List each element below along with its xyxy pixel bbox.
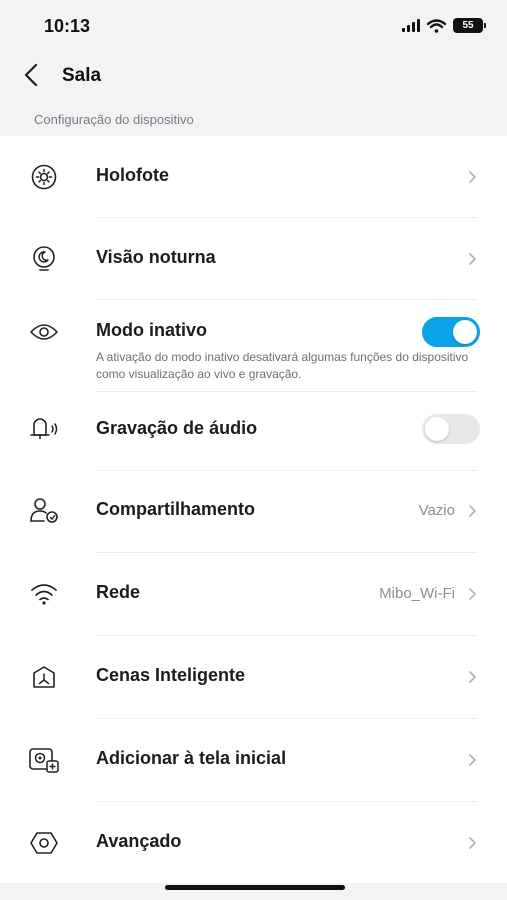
share-users-icon <box>27 493 61 527</box>
battery-icon: 55 <box>453 18 486 33</box>
row-visao-noturna[interactable]: Visão noturna <box>0 218 507 300</box>
toggle-knob <box>453 320 477 344</box>
row-label: Adicionar à tela inicial <box>96 748 287 768</box>
add-to-home-icon <box>27 743 61 777</box>
section-header: Configuração do dispositivo <box>34 112 194 127</box>
row-holofote[interactable]: Holofote <box>0 136 507 218</box>
toggle-knob <box>425 417 449 441</box>
settings-list: Holofote Visão noturna Modo inativo A at… <box>0 136 507 883</box>
row-gravacao-audio: Gravação de áudio <box>0 392 507 474</box>
back-arrow-icon[interactable] <box>20 62 44 88</box>
smart-scenes-icon <box>27 660 61 694</box>
status-icons: 55 <box>402 18 486 33</box>
row-label: Rede <box>96 582 141 602</box>
gravacao-audio-toggle[interactable] <box>422 414 480 444</box>
row-description: A ativação do modo inativo desativará al… <box>96 350 469 381</box>
chevron-right-icon <box>469 505 476 517</box>
row-avancado[interactable]: Avançado <box>0 802 507 883</box>
row-label: Modo inativo <box>96 320 207 340</box>
status-bar: 10:13 55 <box>0 0 507 52</box>
modo-inativo-toggle[interactable] <box>422 317 480 347</box>
row-label: Holofote <box>96 165 169 185</box>
chevron-right-icon <box>469 837 476 849</box>
spotlight-icon <box>27 160 61 194</box>
advanced-icon <box>27 826 61 860</box>
row-rede[interactable]: Rede Mibo_Wi-Fi <box>0 553 507 635</box>
row-label: Visão noturna <box>96 247 216 267</box>
chevron-right-icon <box>469 671 476 683</box>
chevron-right-icon <box>469 171 476 183</box>
status-time: 10:13 <box>44 16 91 36</box>
row-label: Compartilhamento <box>96 499 256 519</box>
chevron-right-icon <box>469 588 476 600</box>
night-vision-icon <box>27 242 61 276</box>
row-label: Cenas Inteligente <box>96 665 246 685</box>
row-value: Vazio <box>418 502 455 519</box>
row-label: Gravação de áudio <box>96 418 258 438</box>
row-label: Avançado <box>96 831 182 851</box>
audio-recording-icon <box>27 412 61 446</box>
row-value: Mibo_Wi-Fi <box>379 585 455 602</box>
chevron-right-icon <box>469 253 476 265</box>
row-cenas-inteligente[interactable]: Cenas Inteligente <box>0 636 507 718</box>
chevron-right-icon <box>469 754 476 766</box>
wifi-icon <box>27 577 61 611</box>
row-adicionar-tela-inicial[interactable]: Adicionar à tela inicial <box>0 719 507 801</box>
nav-bar: Sala <box>0 52 507 100</box>
home-indicator[interactable] <box>165 885 345 890</box>
eye-icon <box>27 315 61 349</box>
row-modo-inativo: Modo inativo A ativação do modo inativo … <box>0 300 507 392</box>
page-title: Sala <box>62 65 102 86</box>
row-compartilhamento[interactable]: Compartilhamento Vazio <box>0 471 507 553</box>
cellular-signal-icon <box>402 19 420 32</box>
wifi-status-icon <box>427 18 446 33</box>
